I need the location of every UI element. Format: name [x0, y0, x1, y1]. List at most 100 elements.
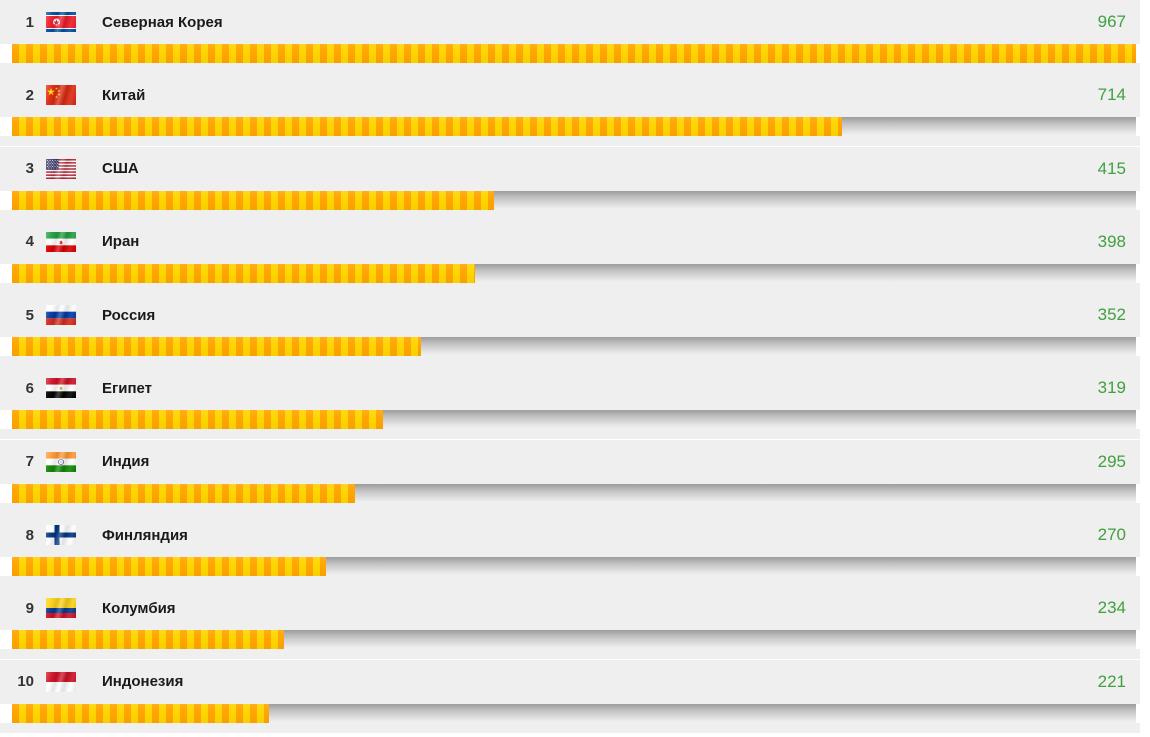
bar-fill	[12, 263, 476, 283]
bar-fill	[12, 410, 383, 430]
rank-number: 3	[25, 160, 34, 178]
bar-fill	[12, 117, 842, 137]
rank-number: 5	[25, 306, 34, 324]
row-header: 4 Иран 398	[0, 219, 1140, 264]
bar-gloss-overlay	[12, 337, 422, 357]
row-header: 6 Египет 319	[0, 366, 1140, 411]
value-label: 415	[1097, 158, 1126, 178]
bar-fill	[12, 483, 355, 503]
value-label: 352	[1097, 305, 1126, 325]
country-name: США	[102, 160, 139, 178]
country-name: Китай	[102, 86, 146, 104]
ranking-row[interactable]: 5 Россия 352	[0, 293, 1150, 367]
country-name: Россия	[102, 306, 156, 324]
rank-number: 7	[25, 453, 34, 471]
row-header: 3 США 415	[0, 146, 1140, 191]
flag-usa-icon	[46, 158, 76, 179]
row-header: 2 Китай 714	[0, 73, 1140, 118]
bar-gloss-overlay	[12, 190, 495, 210]
rank-number: 6	[25, 379, 34, 397]
country-ranking-list: 1 Северная Корея 967 2 Китай 714 3 США 4…	[0, 0, 1150, 737]
value-label: 967	[1097, 12, 1126, 31]
bar-track	[12, 630, 1136, 650]
bar-fill	[12, 630, 284, 650]
ranking-row[interactable]: 10 Индонезия 221	[0, 659, 1150, 733]
flag-colombia-icon	[46, 598, 76, 619]
ranking-row[interactable]: 1 Северная Корея 967	[0, 0, 1150, 74]
value-label: 270	[1097, 525, 1126, 545]
value-label: 221	[1097, 671, 1126, 691]
country-name: Египет	[102, 379, 153, 397]
row-footer-band	[0, 136, 1140, 147]
row-header: 5 Россия 352	[0, 293, 1140, 338]
row-footer-band	[0, 209, 1140, 220]
rank-number: 2	[25, 86, 34, 104]
flag-finland-icon	[46, 525, 76, 546]
rank-number: 4	[25, 233, 34, 251]
rank-number: 1	[25, 13, 34, 31]
country-name: Северная Корея	[102, 13, 223, 31]
row-header: 1 Северная Корея 967	[0, 0, 1140, 44]
row-footer-band	[0, 576, 1140, 587]
bar-track	[12, 337, 1136, 357]
ranking-row[interactable]: 2 Китай 714	[0, 73, 1150, 147]
flag-russia-icon	[46, 305, 76, 326]
flag-indonesia-icon	[46, 671, 76, 692]
bar-gloss-overlay	[12, 557, 326, 577]
value-label: 295	[1097, 451, 1126, 471]
ranking-row[interactable]: 6 Египет 319	[0, 366, 1150, 440]
rank-number: 9	[25, 599, 34, 617]
flag-egypt-icon	[46, 378, 76, 399]
bar-gloss-overlay	[12, 44, 1136, 63]
bar-track	[12, 44, 1136, 63]
row-footer-band	[0, 649, 1140, 660]
country-name: Иран	[102, 233, 140, 251]
bar-track	[12, 117, 1136, 137]
row-header: 9 Колумбия 234	[0, 586, 1140, 631]
value-label: 319	[1097, 378, 1126, 398]
bar-gloss-overlay	[12, 117, 842, 137]
bar-track	[12, 703, 1136, 723]
row-header: 10 Индонезия 221	[0, 659, 1140, 704]
country-name: Индонезия	[102, 673, 184, 691]
ranking-row[interactable]: 3 США 415	[0, 146, 1150, 220]
rank-number: 8	[25, 526, 34, 544]
value-label: 714	[1097, 85, 1126, 105]
flag-iran-icon	[46, 231, 76, 252]
row-header: 8 Финляндия 270	[0, 513, 1140, 558]
row-footer-band	[0, 63, 1140, 73]
ranking-row[interactable]: 9 Колумбия 234	[0, 586, 1150, 660]
country-name: Колумбия	[102, 599, 176, 617]
bar-track	[12, 483, 1136, 503]
bar-track	[12, 190, 1136, 210]
country-name: Индия	[102, 453, 150, 471]
bar-gloss-overlay	[12, 483, 355, 503]
bar-gloss-overlay	[12, 630, 284, 650]
bar-fill	[12, 337, 422, 357]
country-name: Финляндия	[102, 526, 188, 544]
flag-china-icon	[46, 85, 76, 106]
bar-fill	[12, 703, 270, 723]
ranking-row[interactable]: 8 Финляндия 270	[0, 513, 1150, 587]
ranking-row[interactable]: 7 Индия 295	[0, 439, 1150, 514]
row-footer-band	[0, 282, 1140, 293]
flag-north-korea-icon	[46, 12, 76, 32]
bar-track	[12, 557, 1136, 577]
bar-track	[12, 410, 1136, 430]
value-label: 398	[1097, 231, 1126, 251]
rank-number: 10	[17, 673, 34, 691]
ranking-row[interactable]: 4 Иран 398	[0, 219, 1150, 294]
row-footer-band	[0, 722, 1140, 733]
value-label: 234	[1097, 598, 1126, 618]
bar-fill	[12, 44, 1136, 63]
bar-gloss-overlay	[12, 410, 383, 430]
bar-fill	[12, 190, 495, 210]
row-footer-band	[0, 502, 1140, 513]
bar-fill	[12, 557, 326, 577]
bar-gloss-overlay	[12, 263, 476, 283]
flag-india-icon	[46, 451, 76, 472]
bar-track	[12, 263, 1136, 283]
row-footer-band	[0, 356, 1140, 367]
row-footer-band	[0, 429, 1140, 440]
row-header: 7 Индия 295	[0, 439, 1140, 484]
